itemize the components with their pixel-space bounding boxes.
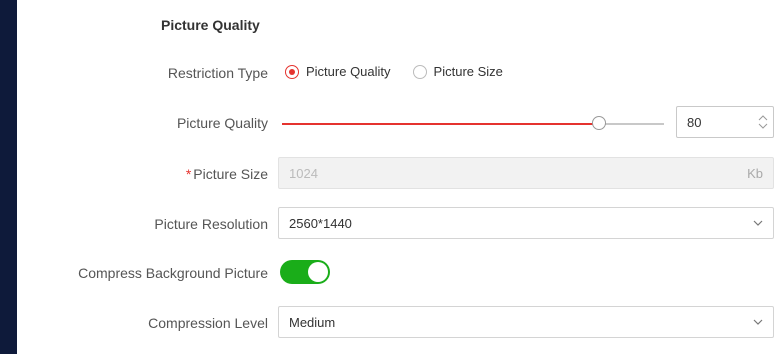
picture-quality-stepper[interactable]: 80	[676, 106, 774, 138]
picture-size-placeholder: 1024	[289, 165, 318, 181]
picture-resolution-label: Picture Resolution	[154, 216, 268, 232]
radio-picture-quality-label: Picture Quality	[306, 64, 391, 79]
slider-thumb[interactable]	[592, 116, 607, 130]
radio-unchecked-icon	[412, 64, 427, 79]
compression-level-label: Compression Level	[148, 315, 268, 331]
compress-background-toggle[interactable]	[280, 260, 330, 284]
stepper-arrows	[753, 115, 773, 129]
picture-resolution-select[interactable]: 2560*1440	[278, 207, 774, 239]
picture-quality-label: Picture Quality	[176, 115, 268, 131]
settings-panel: Picture Quality Restriction Type Picture…	[17, 0, 781, 354]
radio-checked-icon	[285, 64, 299, 79]
compression-level-select[interactable]: Medium	[278, 306, 774, 338]
radio-picture-quality[interactable]: Picture Quality	[285, 64, 391, 79]
radio-picture-size[interactable]: Picture Size	[412, 64, 503, 79]
radio-picture-size-label: Picture Size	[433, 64, 503, 79]
picture-size-label: * Picture Size	[186, 166, 268, 182]
toggle-knob	[308, 262, 328, 282]
picture-quality-value[interactable]: 80	[677, 115, 753, 130]
section-title: Picture Quality	[161, 17, 260, 33]
chevron-down-icon	[743, 319, 773, 325]
picture-quality-slider[interactable]	[282, 116, 664, 132]
chevron-down-icon[interactable]	[758, 123, 768, 129]
picture-size-input: 1024 Kb	[278, 157, 774, 189]
picture-size-label-text: Picture Size	[193, 166, 268, 182]
slider-fill	[282, 123, 600, 125]
required-asterisk: *	[185, 166, 192, 182]
restriction-type-radio-group: Picture Quality Picture Size	[285, 64, 525, 79]
chevron-down-icon	[743, 220, 773, 226]
compression-level-value: Medium	[289, 314, 336, 330]
restriction-type-label: Restriction Type	[167, 65, 268, 81]
chevron-up-icon[interactable]	[758, 115, 768, 121]
compress-background-label: Compress Background Picture	[78, 265, 268, 281]
picture-resolution-value: 2560*1440	[289, 215, 352, 231]
picture-size-unit: Kb	[747, 165, 763, 181]
